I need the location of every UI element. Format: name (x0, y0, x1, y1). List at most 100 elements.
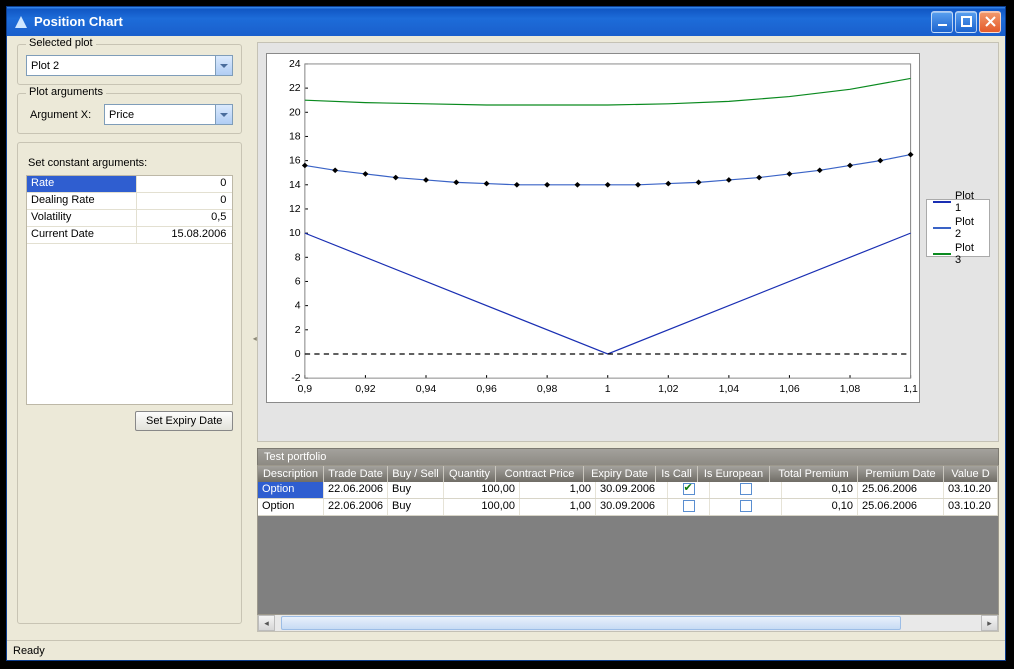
scroll-left-icon[interactable]: ◂ (258, 615, 275, 631)
cell-is-call[interactable] (668, 482, 710, 498)
plot-arguments-label: Plot arguments (26, 86, 106, 98)
portfolio-grid[interactable]: Description Trade Date Buy / Sell Quanti… (257, 465, 999, 615)
set-expiry-button[interactable]: Set Expiry Date (135, 411, 233, 431)
constants-table[interactable]: Rate 0 Dealing Rate 0 Volatility 0,5 Cur… (26, 175, 233, 405)
app-icon (13, 14, 29, 30)
table-row[interactable]: Option22.06.2006Buy100,001,0030.09.20060… (258, 482, 998, 499)
column-header[interactable]: Quantity (444, 466, 496, 482)
svg-text:14: 14 (289, 180, 301, 191)
svg-text:1,02: 1,02 (658, 384, 679, 395)
cell-description: Option (258, 499, 324, 515)
main-panel: -20246810121416182022240,90,920,940,960,… (257, 36, 1005, 640)
selected-plot-dropdown[interactable]: Plot 2 (26, 55, 233, 76)
checkbox-icon[interactable] (740, 500, 752, 512)
cell-is-call[interactable] (668, 499, 710, 515)
column-header[interactable]: Total Premium (770, 466, 858, 482)
column-header[interactable]: Is Call (656, 466, 698, 482)
portfolio-title: Test portfolio (257, 448, 999, 465)
column-header[interactable]: Trade Date (324, 466, 388, 482)
sidebar: Selected plot Plot 2 Plot arguments Argu… (7, 36, 252, 640)
checkbox-icon[interactable] (740, 483, 752, 495)
statusbar: Ready (7, 640, 1005, 660)
svg-text:2: 2 (295, 325, 301, 336)
column-header[interactable]: Description (258, 466, 324, 482)
column-header[interactable]: Is European (698, 466, 770, 482)
constant-name: Volatility (27, 210, 137, 226)
column-header[interactable]: Contract Price (496, 466, 584, 482)
svg-text:4: 4 (295, 301, 301, 312)
close-button[interactable] (979, 11, 1001, 33)
cell-contract-price: 1,00 (520, 482, 596, 498)
column-header[interactable]: Value D (944, 466, 998, 482)
cell-total-premium: 0,10 (782, 482, 858, 498)
constant-row[interactable]: Current Date 15.08.2006 (27, 227, 232, 244)
legend-item: Plot 1 (933, 190, 983, 214)
scroll-right-icon[interactable]: ▸ (981, 615, 998, 631)
cell-value-date: 03.10.20 (944, 499, 998, 515)
legend-item: Plot 2 (933, 216, 983, 240)
titlebar[interactable]: Position Chart (7, 7, 1005, 36)
constant-value[interactable]: 15.08.2006 (137, 227, 232, 243)
cell-expiry-date: 30.09.2006 (596, 499, 668, 515)
cell-is-european[interactable] (710, 499, 782, 515)
chart-legend: Plot 1 Plot 2 Plot 3 (926, 199, 990, 257)
constant-row[interactable]: Volatility 0,5 (27, 210, 232, 227)
svg-text:1,04: 1,04 (719, 384, 740, 395)
cell-expiry-date: 30.09.2006 (596, 482, 668, 498)
column-header[interactable]: Expiry Date (584, 466, 656, 482)
constants-group: Set constant arguments: Rate 0 Dealing R… (17, 142, 242, 624)
svg-text:0,98: 0,98 (537, 384, 558, 395)
column-header[interactable]: Premium Date (858, 466, 944, 482)
argument-x-dropdown[interactable]: Price (104, 104, 233, 125)
checkbox-icon[interactable] (683, 483, 695, 495)
constant-row[interactable]: Dealing Rate 0 (27, 193, 232, 210)
cell-total-premium: 0,10 (782, 499, 858, 515)
column-header[interactable]: Buy / Sell (388, 466, 444, 482)
cell-description: Option (258, 482, 324, 498)
cell-buy-sell: Buy (388, 499, 444, 515)
constant-value[interactable]: 0 (137, 176, 232, 192)
constant-value[interactable]: 0 (137, 193, 232, 209)
svg-text:0,94: 0,94 (416, 384, 437, 395)
checkbox-icon[interactable] (683, 500, 695, 512)
svg-text:8: 8 (295, 253, 301, 264)
svg-text:22: 22 (289, 83, 301, 94)
cell-buy-sell: Buy (388, 482, 444, 498)
horizontal-scrollbar[interactable]: ◂ ▸ (257, 615, 999, 632)
maximize-button[interactable] (955, 11, 977, 33)
selected-plot-group: Selected plot Plot 2 (17, 44, 242, 85)
constant-name: Rate (27, 176, 137, 192)
constant-value[interactable]: 0,5 (137, 210, 232, 226)
svg-text:18: 18 (289, 132, 301, 143)
svg-text:0,9: 0,9 (298, 384, 313, 395)
selected-plot-label: Selected plot (26, 37, 96, 49)
chart-plot[interactable]: -20246810121416182022240,90,920,940,960,… (266, 53, 920, 403)
scrollbar-thumb[interactable] (281, 616, 901, 630)
constant-name: Dealing Rate (27, 193, 137, 209)
argument-x-value: Price (109, 109, 215, 121)
svg-text:1,06: 1,06 (779, 384, 800, 395)
svg-text:20: 20 (289, 107, 301, 118)
legend-label: Plot 3 (955, 242, 983, 266)
legend-swatch (933, 253, 951, 255)
table-row[interactable]: Option22.06.2006Buy100,001,0030.09.20060… (258, 499, 998, 516)
legend-label: Plot 2 (955, 216, 983, 240)
cell-trade-date: 22.06.2006 (324, 499, 388, 515)
window-title: Position Chart (34, 14, 123, 29)
status-text: Ready (13, 645, 45, 657)
svg-text:0: 0 (295, 349, 301, 360)
app-window: Position Chart Selected plot Plot 2 Plot… (6, 6, 1006, 661)
scrollbar-track[interactable] (275, 615, 981, 631)
svg-text:1,08: 1,08 (840, 384, 861, 395)
cell-quantity: 100,00 (444, 499, 520, 515)
svg-text:-2: -2 (291, 373, 301, 384)
cell-quantity: 100,00 (444, 482, 520, 498)
constant-name: Current Date (27, 227, 137, 243)
svg-text:10: 10 (289, 228, 301, 239)
cell-is-european[interactable] (710, 482, 782, 498)
constant-row[interactable]: Rate 0 (27, 176, 232, 193)
cell-value-date: 03.10.20 (944, 482, 998, 498)
legend-swatch (933, 201, 951, 203)
minimize-button[interactable] (931, 11, 953, 33)
svg-text:1,1: 1,1 (903, 384, 918, 395)
